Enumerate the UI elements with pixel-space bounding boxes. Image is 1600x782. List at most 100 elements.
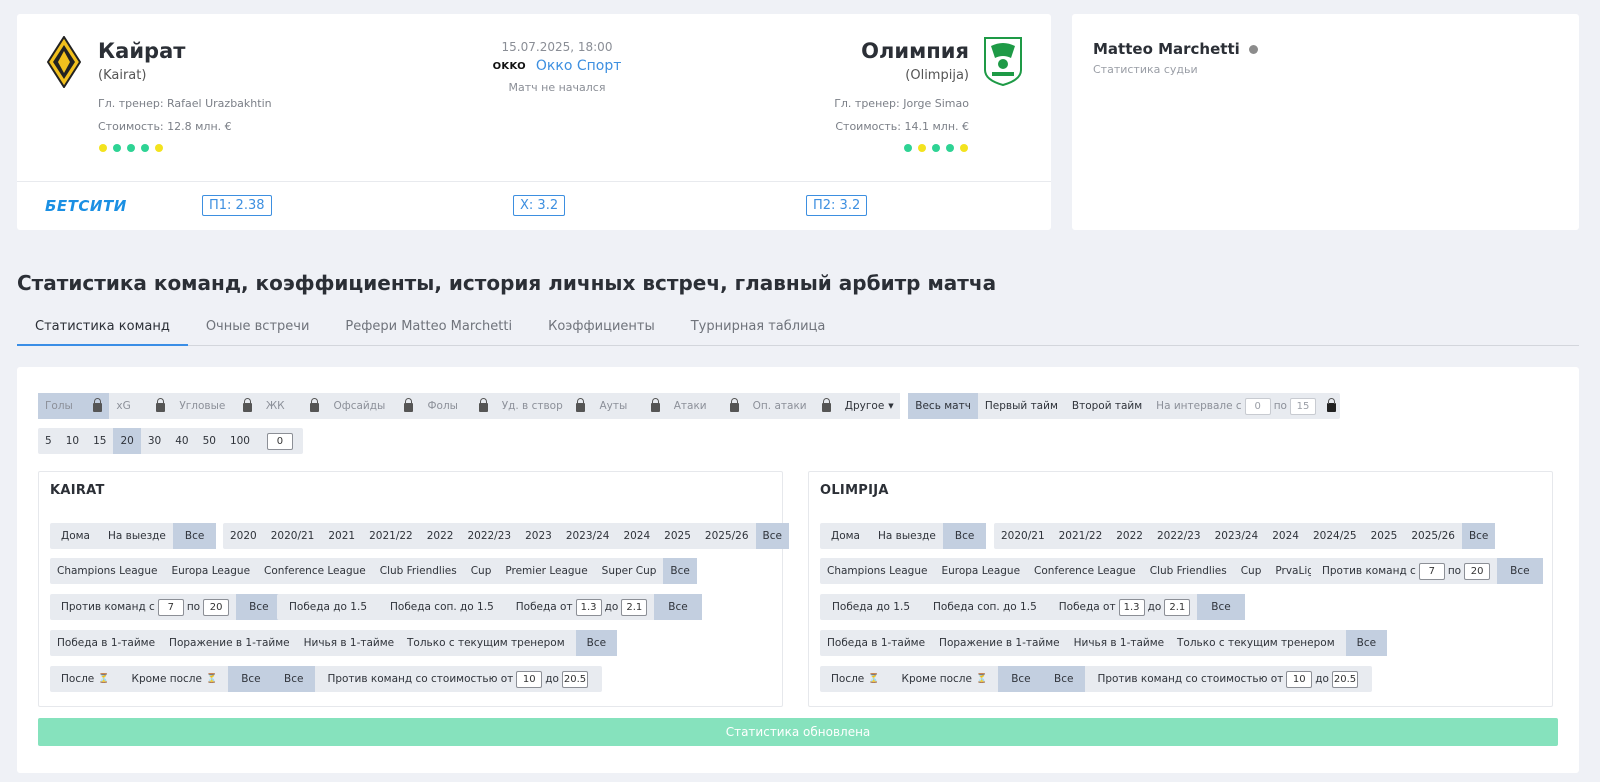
- kairat-season-2[interactable]: 2021: [321, 523, 362, 549]
- last-50[interactable]: 50: [196, 428, 223, 454]
- odd-draw[interactable]: X: 3.2: [513, 195, 566, 216]
- kairat-odds-all[interactable]: Все: [654, 594, 702, 620]
- kairat-win-1h[interactable]: Победа в 1-тайме: [50, 630, 162, 656]
- tab-standings[interactable]: Турнирная таблица: [673, 310, 844, 346]
- stat-shots-on-target[interactable]: Уд. в створ: [495, 393, 593, 419]
- olimpija-season-8[interactable]: 2025/26: [1404, 523, 1462, 549]
- olimpija-value-all[interactable]: Все: [1042, 666, 1086, 692]
- odd-p2[interactable]: П2: 3.2: [806, 195, 868, 216]
- olimpija-season-4[interactable]: 2023/24: [1208, 523, 1266, 549]
- kairat-odd-to-input[interactable]: 2.1: [621, 598, 648, 616]
- olimpija-season-all[interactable]: Все: [1461, 523, 1496, 549]
- olimpija-win-1h[interactable]: Победа в 1-тайме: [820, 630, 932, 656]
- last-10[interactable]: 10: [59, 428, 86, 454]
- kairat-season-6[interactable]: 2023: [518, 523, 559, 549]
- kairat-season-9[interactable]: 2025: [657, 523, 698, 549]
- kairat-vs-value[interactable]: Против команд со стоимостью от 10 до 20.…: [315, 666, 602, 692]
- kairat-draw-1h[interactable]: Ничья в 1-тайме: [297, 630, 402, 656]
- tab-team-stats[interactable]: Статистика команд: [17, 310, 188, 346]
- stat-fouls[interactable]: Фолы: [420, 393, 494, 419]
- stat-xg[interactable]: xG: [109, 393, 172, 419]
- kairat-tournament-6[interactable]: Super Cup: [595, 558, 664, 584]
- kairat-away[interactable]: На выезде: [101, 523, 173, 549]
- kairat-season-0[interactable]: 2020: [223, 523, 264, 549]
- stat-goals[interactable]: Голы: [38, 393, 110, 419]
- olimpija-season-0[interactable]: 2020/21: [994, 523, 1052, 549]
- olimpija-tournament-3[interactable]: Club Friendlies: [1143, 558, 1234, 584]
- kairat-tournament-all[interactable]: Все: [663, 558, 697, 584]
- tab-referee[interactable]: Рефери Matteo Marchetti: [327, 310, 530, 346]
- kairat-tournament-5[interactable]: Premier League: [498, 558, 594, 584]
- kairat-opp-win-to[interactable]: Победа соп. до 1.5: [379, 594, 505, 620]
- broadcaster-link[interactable]: Окко Спорт: [536, 58, 621, 74]
- broadcaster[interactable]: OKKO Окко Спорт: [472, 58, 642, 74]
- kairat-tournament-2[interactable]: Conference League: [257, 558, 373, 584]
- last-n-custom-input[interactable]: 0: [266, 432, 293, 450]
- kairat-season-1[interactable]: 2020/21: [264, 523, 322, 549]
- period-full-match[interactable]: Весь матч: [908, 393, 978, 419]
- kairat-rank-all[interactable]: Все: [236, 594, 282, 620]
- last-15[interactable]: 15: [86, 428, 113, 454]
- kairat-win-from[interactable]: Победа от 1.3 до 2.1: [505, 594, 655, 620]
- kairat-value-from-input[interactable]: 10: [516, 670, 543, 688]
- kairat-after-all[interactable]: Все: [228, 666, 274, 692]
- olimpija-vs-teams[interactable]: Против команд с 7 по 20: [1311, 558, 1497, 584]
- interval-from-input[interactable]: 0: [1244, 397, 1271, 415]
- stat-attacks[interactable]: Атаки: [667, 393, 746, 419]
- olimpija-win-from[interactable]: Победа от 1.3 до 2.1: [1048, 594, 1198, 620]
- bookmaker-logo[interactable]: БЕТСИТИ: [45, 197, 127, 215]
- stat-dangerous-attacks[interactable]: Оп. атаки: [746, 393, 838, 419]
- kairat-value-to-input[interactable]: 20.5: [561, 670, 588, 688]
- olimpija-season-6[interactable]: 2024/25: [1306, 523, 1364, 549]
- away-team-name[interactable]: Олимпия: [861, 39, 969, 63]
- odd-p1[interactable]: П1: 2.38: [202, 195, 272, 216]
- kairat-venue-all[interactable]: Все: [172, 523, 217, 549]
- kairat-rank-to-input[interactable]: 20: [203, 598, 230, 616]
- olimpija-season-1[interactable]: 2021/22: [1052, 523, 1110, 549]
- olimpija-odds-all[interactable]: Все: [1197, 594, 1245, 620]
- last-100[interactable]: 100: [223, 428, 257, 454]
- stat-yellow-cards[interactable]: ЖК: [259, 393, 327, 419]
- kairat-season-8[interactable]: 2024: [616, 523, 657, 549]
- kairat-win-to[interactable]: Победа до 1.5: [277, 594, 379, 620]
- home-team-name[interactable]: Кайрат: [98, 39, 185, 63]
- other-dropdown[interactable]: Другое ▼: [838, 393, 900, 419]
- olimpija-lose-1h[interactable]: Поражение в 1-тайме: [932, 630, 1067, 656]
- olimpija-draw-1h[interactable]: Ничья в 1-тайме: [1067, 630, 1172, 656]
- olimpija-value-from-input[interactable]: 10: [1286, 670, 1313, 688]
- olimpija-season-7[interactable]: 2025: [1364, 523, 1405, 549]
- update-status-button[interactable]: Статистика обновлена: [38, 718, 1558, 746]
- olimpija-opp-win-to[interactable]: Победа соп. до 1.5: [922, 594, 1048, 620]
- last-n-custom[interactable]: 0: [257, 428, 303, 454]
- olimpija-tournament-2[interactable]: Conference League: [1027, 558, 1143, 584]
- olimpija-vs-value[interactable]: Против команд со стоимостью от 10 до 20.…: [1085, 666, 1372, 692]
- kairat-season-10[interactable]: 2025/26: [698, 523, 756, 549]
- kairat-season-5[interactable]: 2022/23: [460, 523, 518, 549]
- olimpija-odd-from-input[interactable]: 1.3: [1118, 598, 1145, 616]
- olimpija-season-2[interactable]: 2022: [1109, 523, 1150, 549]
- olimpija-after-all[interactable]: Все: [998, 666, 1044, 692]
- olimpija-venue-all[interactable]: Все: [942, 523, 987, 549]
- olimpija-home[interactable]: Дома: [820, 523, 871, 549]
- olimpija-tournament-1[interactable]: Europa League: [934, 558, 1027, 584]
- olimpija-season-3[interactable]: 2022/23: [1150, 523, 1208, 549]
- olimpija-tournament-0[interactable]: Champions League: [820, 558, 934, 584]
- kairat-season-all[interactable]: Все: [755, 523, 789, 549]
- interval-to-input[interactable]: 15: [1289, 397, 1316, 415]
- stat-offsides[interactable]: Офсайды: [326, 393, 420, 419]
- last-20[interactable]: 20: [113, 428, 141, 454]
- olimpija-value-to-input[interactable]: 20.5: [1331, 670, 1358, 688]
- kairat-value-all[interactable]: Все: [272, 666, 316, 692]
- kairat-season-7[interactable]: 2023/24: [559, 523, 617, 549]
- kairat-except-after[interactable]: Кроме после ⏳: [120, 666, 228, 692]
- last-30[interactable]: 30: [141, 428, 168, 454]
- olimpija-rank-to-input[interactable]: 20: [1464, 562, 1491, 580]
- kairat-tournament-0[interactable]: Champions League: [50, 558, 164, 584]
- kairat-vs-teams[interactable]: Против команд с 7 по 20: [50, 594, 236, 620]
- kairat-odd-from-input[interactable]: 1.3: [575, 598, 602, 616]
- interval-filter[interactable]: На интервале с 0 по 15: [1149, 393, 1340, 419]
- olimpija-away[interactable]: На выезде: [871, 523, 943, 549]
- olimpija-rank-all[interactable]: Все: [1497, 558, 1543, 584]
- kairat-season-4[interactable]: 2022: [420, 523, 461, 549]
- olimpija-odd-to-input[interactable]: 2.1: [1164, 598, 1191, 616]
